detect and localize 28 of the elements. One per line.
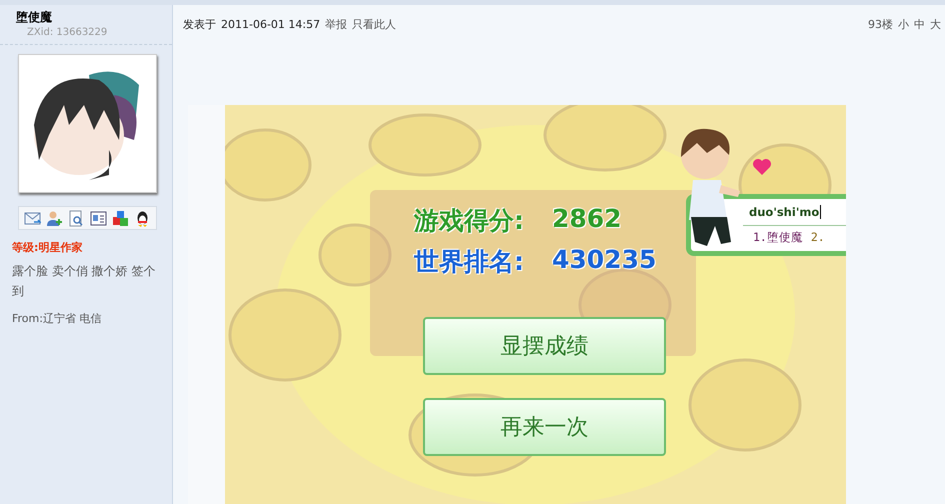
id-card-icon[interactable] — [90, 210, 107, 226]
ime-candidate[interactable]: 1.堕使魔 — [753, 230, 803, 245]
rank-value: 430235 — [552, 245, 656, 276]
ime-input[interactable]: duo'shi'mo — [749, 205, 822, 219]
user-level: 等级:明星作家 — [11, 240, 84, 255]
post-datetime: 2011-06-01 14:57 — [221, 18, 320, 31]
document-search-icon[interactable] — [68, 210, 85, 226]
ime-candidate[interactable]: 2. — [810, 230, 825, 245]
user-location: From:辽宁省 电信 — [11, 311, 102, 326]
mail-icon[interactable] — [24, 210, 41, 226]
user-id: ZXid: 13663229 — [0, 26, 172, 45]
game-button[interactable]: 显摆成绩 — [423, 317, 666, 375]
username[interactable]: 堕使魔 — [0, 5, 172, 26]
user-actions[interactable]: 露个脸 卖个俏 撒个娇 签个到 — [0, 255, 170, 301]
game-button[interactable]: 再来一次 — [423, 398, 666, 456]
score-value: 2862 — [552, 204, 622, 235]
blocks-icon[interactable] — [112, 210, 129, 226]
rank-label: 世界排名: — [414, 246, 524, 278]
posted-label: 发表于 — [183, 17, 216, 32]
score-label: 游戏得分: — [414, 205, 524, 237]
floor-number: 93楼 — [868, 17, 893, 32]
font-size-link[interactable]: 小 — [898, 17, 909, 32]
post-link[interactable]: 举报 — [325, 17, 348, 32]
add-user-icon[interactable] — [46, 210, 63, 226]
heart-icon — [752, 158, 772, 176]
font-size-link[interactable]: 大 — [930, 17, 941, 32]
font-size-link[interactable]: 中 — [914, 17, 925, 32]
post-link[interactable]: 只看此人 — [352, 17, 396, 32]
